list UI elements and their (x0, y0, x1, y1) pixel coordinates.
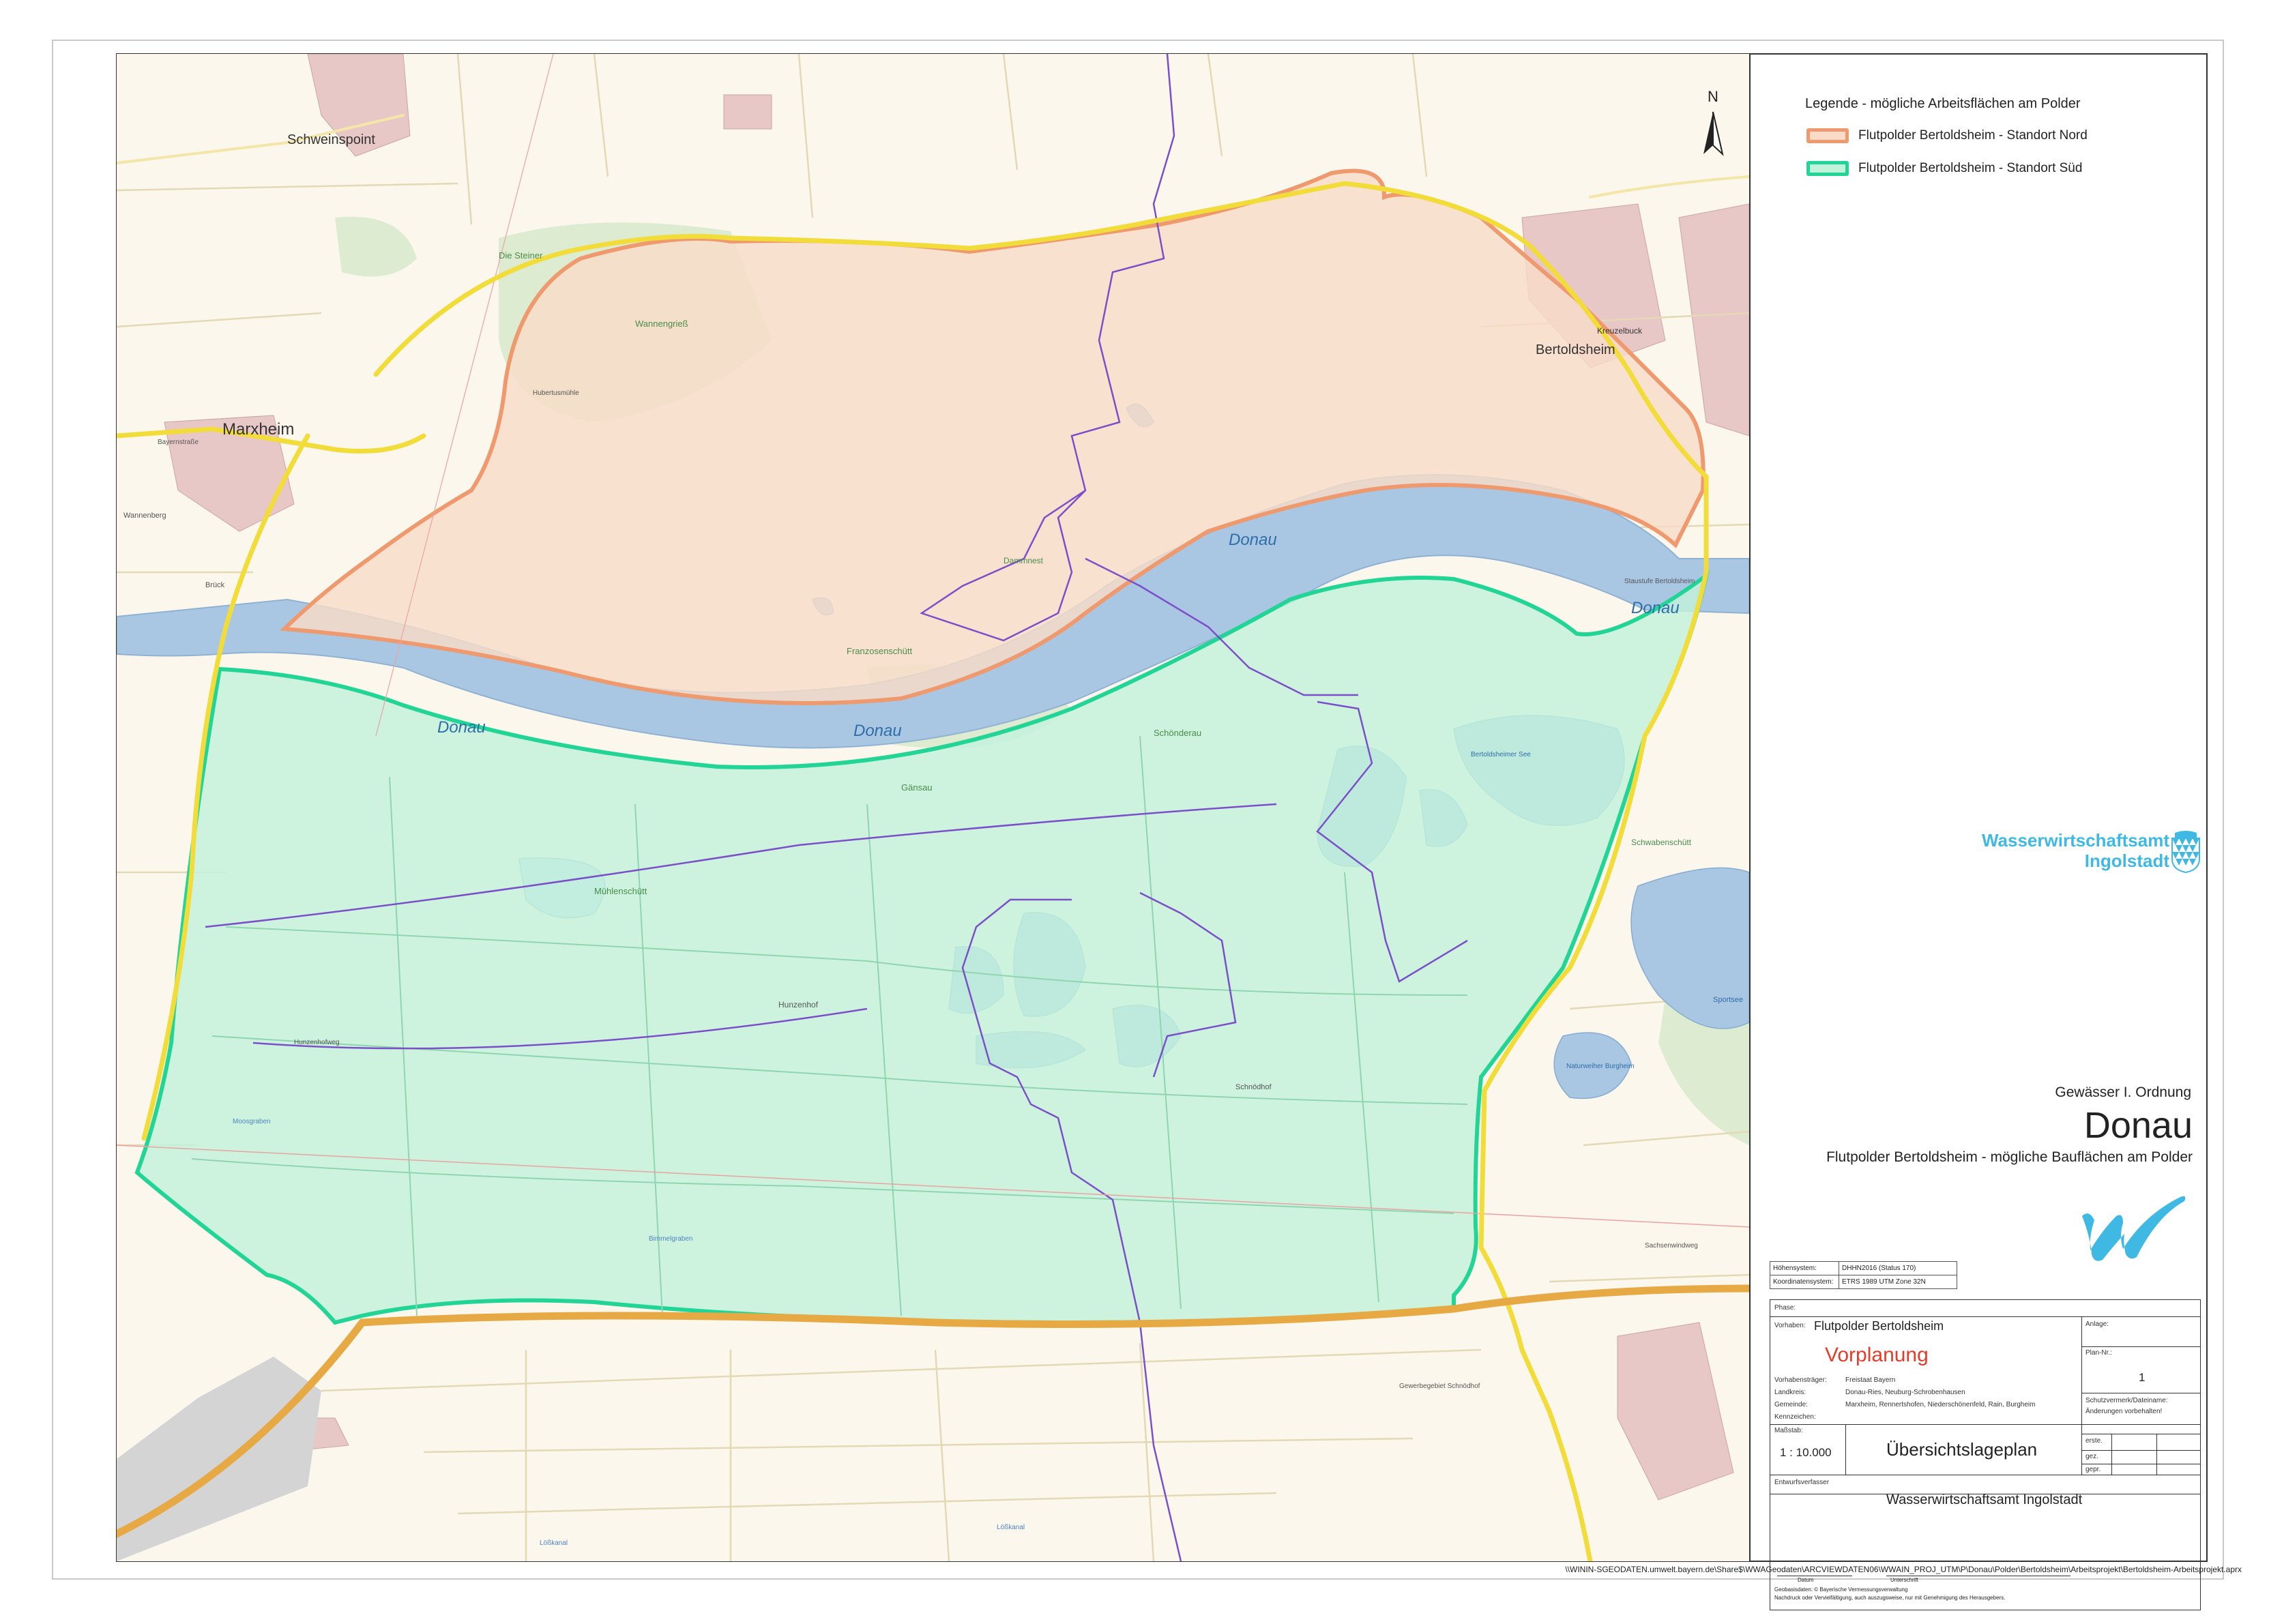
gemeinde-value: Marxheim, Rennertshofen, Niederschönenfe… (1845, 1401, 2036, 1408)
phase-label: Phase: (1774, 1304, 1796, 1312)
coordinate-info-table: Höhensystem: DHHN2016 (Status 170) Koord… (1770, 1261, 1957, 1289)
place-bayernstrasse: Bayernstraße (158, 439, 199, 446)
schutzvermerk-label: Schutzvermerk/Dateiname: (2085, 1397, 2168, 1404)
info-key: Koordinatensystem: (1770, 1275, 1839, 1289)
erstellt-label: erste. (2085, 1437, 2103, 1445)
copyright-line-2: Nachdruck oder Vervielfältigung, auch au… (1774, 1595, 2006, 1601)
map-canvas[interactable]: Schweinspoint Marxheim Bertoldsheim Kreu… (117, 54, 1749, 1561)
sign-signature-label: Unterschrift (1890, 1577, 1918, 1583)
place-die-steiner: Die Steiner (499, 250, 543, 261)
vorhaben-value: Flutpolder Bertoldsheim (1814, 1319, 1944, 1333)
plan-nr-value: 1 (2139, 1371, 2146, 1384)
place-brueck: Brück (205, 581, 225, 589)
massstab-label: Maßstab: (1774, 1427, 1803, 1434)
bavarian-crest-icon (2171, 831, 2200, 874)
river-label-donau-3: Donau (437, 718, 486, 737)
place-schnoedhof: Schnödhof (1235, 1083, 1272, 1091)
agency-line-2: Ingolstadt (2084, 851, 2169, 871)
place-marxheim: Marxheim (222, 420, 294, 439)
legend-item-nord: Flutpolder Bertoldsheim - Standort Nord (1806, 126, 2088, 145)
place-bertoldsheimer-see: Bertoldsheimer See (1471, 751, 1531, 758)
place-naturweiher-burgheim: Naturweiher Burgheim (1566, 1063, 1635, 1070)
legend-title: Legende - mögliche Arbeitsflächen am Pol… (1805, 96, 2081, 111)
legend-label-nord: Flutpolder Bertoldsheim - Standort Nord (1858, 128, 2088, 143)
entwurfsverfasser-value: Wasserwirtschaftsamt Ingolstadt (1886, 1492, 2083, 1507)
place-hunzenhof: Hunzenhof (778, 1000, 819, 1009)
schutzvermerk-value: Änderungen vorbehalten! (2085, 1408, 2163, 1415)
place-schweinspoint: Schweinspoint (287, 132, 375, 147)
agency-name: Wasserwirtschaftsamt Ingolstadt (1982, 830, 2169, 871)
copyright-line-1: Geobasisdaten: © Bayerische Vermessungsv… (1774, 1586, 1908, 1593)
svg-text:N: N (1708, 88, 1718, 105)
map-subtitle: Flutpolder Bertoldsheim - mögliche Baufl… (1826, 1149, 2193, 1165)
wwa-logo-icon (2082, 1196, 2186, 1261)
gemeinde-label: Gemeinde: (1774, 1401, 1808, 1408)
place-wannenberg: Wannenberg (123, 512, 166, 520)
info-row: Höhensystem: DHHN2016 (Status 170) (1770, 1261, 1957, 1275)
sign-date-label: Datum (1798, 1577, 1814, 1583)
river-label-donau-1: Donau (1229, 531, 1277, 549)
kennzeichen-label: Kennzeichen: (1774, 1413, 1816, 1421)
agency-line-1: Wasserwirtschaftsamt (1981, 830, 2169, 851)
place-bertoldsheim: Bertoldsheim (1536, 342, 1615, 357)
place-dammnest: Dammnest (1004, 556, 1044, 565)
legend-item-sued: Flutpolder Bertoldsheim - Standort Süd (1806, 159, 2082, 178)
place-sportsee: Sportsee (1713, 996, 1743, 1004)
plan-title-block: Phase: Vorhaben: Flutpolder Bertoldsheim… (1770, 1299, 2201, 1610)
document-title: Übersichtslageplan (1886, 1439, 2038, 1460)
river-label-donau-2: Donau (1631, 599, 1680, 617)
place-lohkanal-2: Lößkanal (540, 1539, 568, 1547)
water-category: Gewässer I. Ordnung (2055, 1084, 2191, 1100)
river-label-donau-4: Donau (853, 722, 902, 740)
phase-value: Vorplanung (1825, 1344, 1929, 1366)
place-staustufe: Staustufe Bertoldsheim (1624, 578, 1695, 585)
river-title: Donau (2083, 1105, 2193, 1146)
legend-swatch-nord (1806, 128, 1849, 143)
place-schwabenschuett: Schwabenschütt (1631, 838, 1692, 847)
info-value: ETRS 1989 UTM Zone 32N (1839, 1275, 1957, 1289)
gezeichnet-label: gez. (2085, 1453, 2098, 1460)
place-franzosenschuett: Franzosenschütt (847, 646, 912, 656)
place-schoenderau: Schönderau (1154, 728, 1201, 738)
place-wannengriess: Wannengrieß (635, 319, 688, 329)
info-value: DHHN2016 (Status 170) (1839, 1261, 1957, 1275)
legend-swatch-sued (1806, 161, 1849, 176)
vorhabenstraeger-label: Vorhabensträger: (1774, 1376, 1827, 1384)
place-kreuzelbuck: Kreuzelbuck (1597, 326, 1643, 336)
landkreis-value: Donau-Ries, Neuburg-Schrobenhausen (1845, 1389, 1965, 1396)
place-hubertusmuehle: Hubertusmühle (533, 389, 579, 397)
place-bimmelgraben: Bimmelgraben (649, 1235, 692, 1243)
massstab-value: 1 : 10.000 (1780, 1446, 1832, 1459)
vorhabenstraeger-value: Freistaat Bayern (1845, 1376, 1896, 1384)
place-hunzenhofweg: Hunzenhofweg (294, 1039, 340, 1046)
info-row: Koordinatensystem: ETRS 1989 UTM Zone 32… (1770, 1275, 1957, 1289)
place-muehlenschuett: Mühlenschütt (594, 886, 647, 896)
vorhaben-label: Vorhaben: (1774, 1322, 1806, 1329)
file-path-footer: \\WININ-SGEODATEN.umwelt.bayern.de\Share… (1565, 1565, 2242, 1574)
place-gaensau: Gänsau (901, 782, 933, 793)
place-lohkanal: Lößkanal (997, 1524, 1025, 1531)
legend-panel: Legende - mögliche Arbeitsflächen am Pol… (1751, 54, 2206, 1610)
landkreis-label: Landkreis: (1774, 1389, 1806, 1396)
geprueft-label: gepr. (2085, 1466, 2101, 1473)
anlage-label: Anlage: (2085, 1320, 2109, 1328)
place-moosgraben: Moosgraben (233, 1118, 271, 1125)
place-sachsenwindweg: Sachsenwindweg (1645, 1242, 1698, 1250)
plan-nr-label: Plan-Nr.: (2085, 1349, 2112, 1357)
place-gewerbegebiet: Gewerbegebiet Schnödhof (1399, 1383, 1480, 1390)
entwurfsverfasser-label: Entwurfsverfasser (1774, 1479, 1830, 1486)
info-key: Höhensystem: (1770, 1261, 1839, 1275)
legend-label-sued: Flutpolder Bertoldsheim - Standort Süd (1858, 161, 2083, 175)
